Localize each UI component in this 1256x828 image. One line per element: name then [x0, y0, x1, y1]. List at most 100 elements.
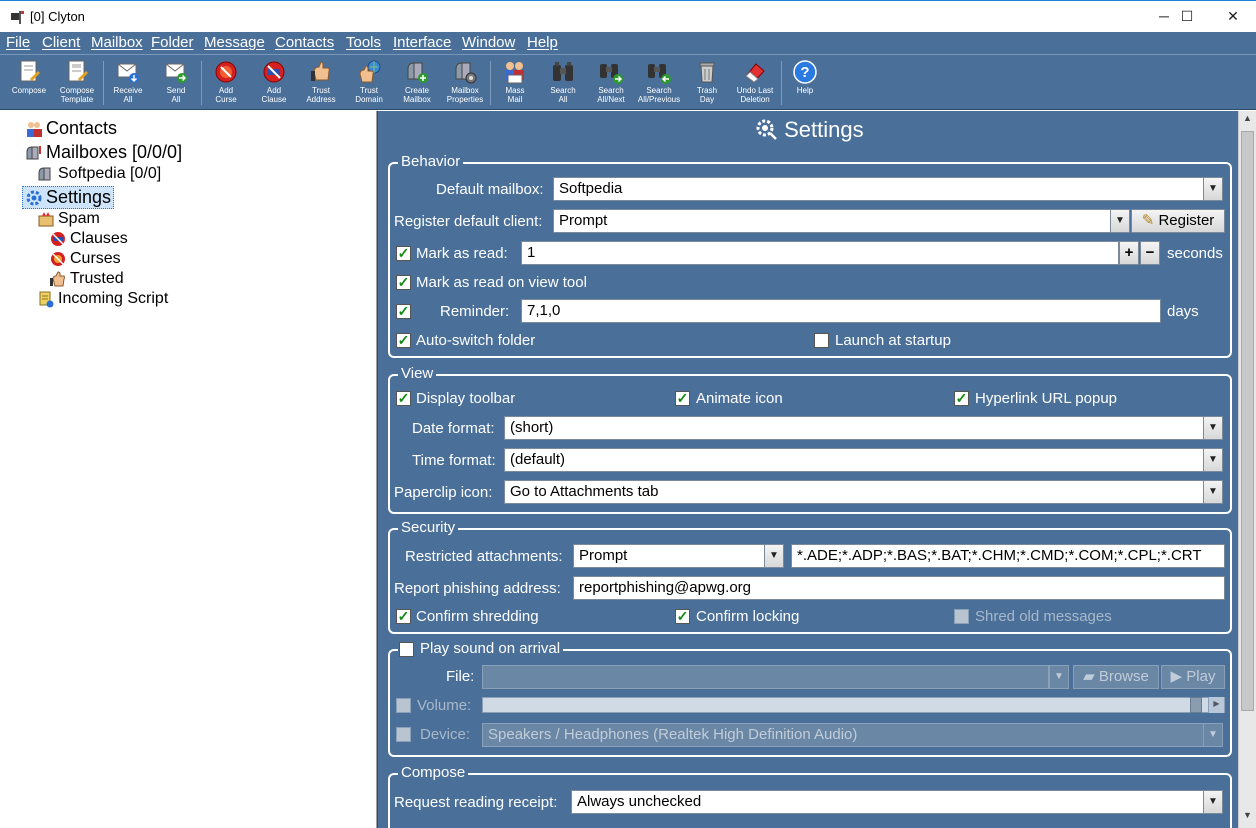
- mark-as-read-checkbox[interactable]: ✓: [396, 246, 411, 261]
- tree-item-incoming-script[interactable]: Incoming Script: [37, 290, 168, 308]
- tree-item-spam[interactable]: Spam: [37, 210, 100, 228]
- menu-message[interactable]: Message: [204, 34, 265, 51]
- mailbox-icon: [38, 167, 51, 181]
- tree-item-settings[interactable]: Settings: [22, 186, 115, 209]
- pane-splitter[interactable]: [377, 111, 384, 828]
- launch-startup-label: Launch at startup: [835, 332, 951, 349]
- menu-window[interactable]: Window: [462, 34, 515, 51]
- search-previous-button[interactable]: Search All/Previous: [635, 57, 683, 109]
- play-button[interactable]: ▶ Play: [1161, 665, 1225, 689]
- dropdown-arrow-icon[interactable]: ▼: [1049, 665, 1069, 689]
- scroll-down-icon[interactable]: ▼: [1239, 810, 1256, 826]
- create-mailbox-button[interactable]: Create Mailbox: [393, 57, 441, 109]
- paperclip-select[interactable]: Go to Attachments tab: [504, 480, 1204, 504]
- mark-as-read-input[interactable]: 1: [521, 241, 1119, 265]
- play-sound-checkbox[interactable]: [399, 642, 414, 657]
- folder-tree: Contacts Mailboxes [0/0/0] Softpedia [0/…: [0, 111, 377, 828]
- phishing-address-input[interactable]: reportphishing@apwg.org: [573, 576, 1225, 600]
- menu-contacts[interactable]: Contacts: [275, 34, 334, 51]
- compose-template-button[interactable]: Compose Template: [53, 57, 101, 109]
- tree-item-clauses[interactable]: Clauses: [49, 230, 128, 248]
- tree-item-softpedia[interactable]: Softpedia [0/0]: [37, 165, 161, 183]
- dropdown-arrow-icon[interactable]: ▼: [1203, 177, 1223, 201]
- compose-button[interactable]: Compose: [5, 57, 53, 109]
- scroll-up-icon[interactable]: ▲: [1239, 113, 1256, 129]
- animate-icon-checkbox[interactable]: ✓: [675, 391, 690, 406]
- confirm-locking-checkbox[interactable]: ✓: [675, 609, 690, 624]
- tree-item-curses[interactable]: Curses: [49, 250, 121, 268]
- shred-old-checkbox[interactable]: [954, 609, 969, 624]
- help-button[interactable]: ? Help: [781, 57, 829, 109]
- compose-icon: [20, 60, 40, 82]
- menu-folder[interactable]: Folder: [151, 34, 194, 51]
- menu-mailbox[interactable]: Mailbox: [91, 34, 143, 51]
- menu-client[interactable]: Client: [42, 34, 80, 51]
- dropdown-arrow-icon[interactable]: ▼: [1203, 790, 1223, 814]
- volume-checkbox[interactable]: [396, 698, 411, 713]
- volume-slider-thumb[interactable]: [1190, 697, 1202, 713]
- confirm-shredding-checkbox[interactable]: ✓: [396, 609, 411, 624]
- add-curse-button[interactable]: Add Curse: [202, 57, 250, 109]
- tree-item-trusted[interactable]: Trusted: [49, 270, 124, 288]
- trust-domain-button[interactable]: Trust Domain: [345, 57, 393, 109]
- default-mailbox-select[interactable]: Softpedia: [553, 177, 1204, 201]
- hyperlink-popup-checkbox[interactable]: ✓: [954, 391, 969, 406]
- dropdown-arrow-icon[interactable]: ▼: [1203, 723, 1223, 747]
- menu-tools[interactable]: Tools: [346, 34, 381, 51]
- folder-icon: ▰: [1083, 668, 1095, 685]
- phishing-address-label: Report phishing address:: [394, 580, 561, 597]
- dropdown-arrow-icon[interactable]: ▼: [1203, 448, 1223, 472]
- security-legend: Security: [398, 519, 459, 537]
- reminder-checkbox[interactable]: ✓: [396, 304, 411, 319]
- volume-slider[interactable]: ▶: [482, 697, 1225, 713]
- date-format-select[interactable]: (short): [504, 416, 1204, 440]
- trash-day-button[interactable]: Trash Day: [683, 57, 731, 109]
- dropdown-arrow-icon[interactable]: ▼: [1110, 209, 1130, 233]
- scrollbar-thumb[interactable]: [1241, 131, 1254, 711]
- add-clause-button[interactable]: Add Clause: [250, 57, 298, 109]
- mass-mail-button[interactable]: Mass Mail: [491, 57, 539, 109]
- tree-item-contacts[interactable]: Contacts: [25, 118, 117, 139]
- sound-file-input[interactable]: [482, 665, 1049, 689]
- browse-button[interactable]: ▰ Browse: [1073, 665, 1159, 689]
- menu-interface[interactable]: Interface: [393, 34, 451, 51]
- mailbox-properties-button[interactable]: Mailbox Properties: [441, 57, 489, 109]
- launch-startup-checkbox[interactable]: [814, 333, 829, 348]
- mark-view-tool-checkbox[interactable]: ✓: [396, 275, 411, 290]
- menu-file[interactable]: File: [6, 34, 30, 51]
- trust-address-button[interactable]: Trust Address: [297, 57, 345, 109]
- close-button[interactable]: ✕: [1210, 1, 1256, 32]
- decrement-button[interactable]: −: [1140, 241, 1160, 265]
- restricted-extensions-input[interactable]: *.ADE;*.ADP;*.BAS;*.BAT;*.CHM;*.CMD;*.CO…: [791, 544, 1225, 568]
- dropdown-arrow-icon[interactable]: ▼: [1203, 416, 1223, 440]
- search-next-button[interactable]: Search All/Next: [587, 57, 635, 109]
- play-icon: ▶: [1170, 668, 1183, 685]
- display-toolbar-checkbox[interactable]: ✓: [396, 391, 411, 406]
- time-format-select[interactable]: (default): [504, 448, 1204, 472]
- help-icon: ?: [793, 60, 817, 84]
- menu-help[interactable]: Help: [527, 34, 558, 51]
- device-checkbox[interactable]: [396, 727, 411, 742]
- maximize-button[interactable]: ☐: [1164, 1, 1210, 32]
- undo-deletion-button[interactable]: Undo Last Deletion: [731, 57, 779, 109]
- dropdown-arrow-icon[interactable]: ▼: [1203, 480, 1223, 504]
- trust-address-icon: [311, 61, 330, 81]
- auto-switch-checkbox[interactable]: ✓: [396, 333, 411, 348]
- reading-receipt-select[interactable]: Always unchecked: [571, 790, 1204, 814]
- slider-right-arrow-icon[interactable]: ▶: [1208, 697, 1224, 713]
- restricted-attachments-select[interactable]: Prompt: [573, 544, 765, 568]
- dropdown-arrow-icon[interactable]: ▼: [764, 544, 784, 568]
- register-client-select[interactable]: Prompt: [553, 209, 1111, 233]
- register-button[interactable]: ✎ Register: [1131, 209, 1225, 233]
- settings-panel: Settings Behavior Default mailbox: Softp…: [384, 111, 1238, 828]
- send-all-button[interactable]: Send All: [152, 57, 200, 109]
- vertical-scrollbar[interactable]: ▲ ▼: [1238, 111, 1256, 828]
- register-client-label: Register default client:: [394, 213, 543, 230]
- receive-all-button[interactable]: Receive All: [104, 57, 152, 109]
- increment-button[interactable]: +: [1119, 241, 1139, 265]
- tree-item-mailboxes[interactable]: Mailboxes [0/0/0]: [25, 142, 182, 163]
- search-all-icon: [553, 62, 573, 81]
- reminder-input[interactable]: 7,1,0: [521, 299, 1161, 323]
- device-select[interactable]: Speakers / Headphones (Realtek High Defi…: [482, 723, 1204, 747]
- search-all-button[interactable]: Search All: [539, 57, 587, 109]
